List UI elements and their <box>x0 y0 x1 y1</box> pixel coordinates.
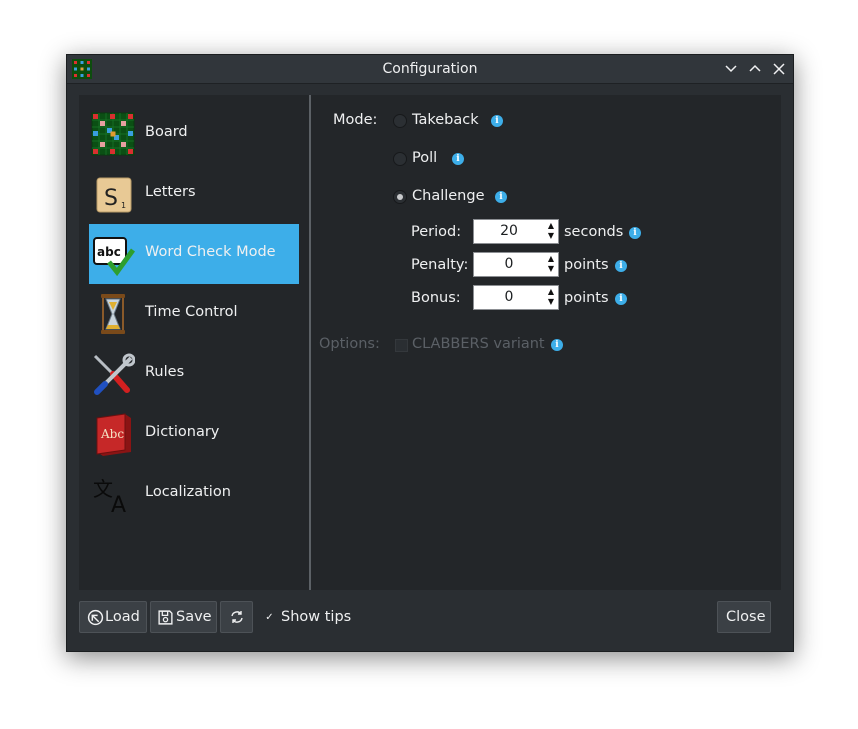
sidebar-item-label: Dictionary <box>145 424 220 440</box>
takeback-label[interactable]: Takeback <box>412 112 479 128</box>
info-icon[interactable]: i <box>615 260 627 272</box>
penalty-value[interactable]: 0 <box>474 256 544 272</box>
category-list: Board S 1 Letters abc Word Check Mode Ti… <box>79 95 311 590</box>
svg-text:文: 文 <box>93 477 113 501</box>
sidebar-item-label: Word Check Mode <box>145 244 276 260</box>
svg-text:abc: abc <box>97 245 121 259</box>
info-icon[interactable]: i <box>629 227 641 239</box>
penalty-label: Penalty: <box>411 257 469 273</box>
info-icon[interactable]: i <box>452 153 464 165</box>
translate-icon: 文 A <box>93 477 126 516</box>
save-button[interactable]: Save <box>150 601 217 633</box>
info-icon[interactable]: i <box>615 293 627 305</box>
sidebar-item-board[interactable]: Board <box>89 104 299 164</box>
svg-text:S: S <box>104 186 118 211</box>
sidebar-item-localization[interactable]: 文 A Localization <box>89 464 299 524</box>
word-check-mode-settings: Mode: Takeback i Poll i Challenge i Peri… <box>311 95 781 590</box>
save-label: Save <box>176 609 212 625</box>
info-icon[interactable]: i <box>495 191 507 203</box>
sidebar-item-label: Localization <box>145 484 231 500</box>
challenge-radio[interactable] <box>393 190 407 204</box>
svg-text:1: 1 <box>121 201 126 210</box>
load-button[interactable]: Load <box>79 601 147 633</box>
title-bar[interactable]: Configuration <box>67 55 793 84</box>
penalty-spinbox[interactable]: 0 ▲ ▼ <box>473 252 559 277</box>
dialog-body: Board S 1 Letters abc Word Check Mode Ti… <box>79 95 781 590</box>
maximize-icon[interactable] <box>746 60 764 78</box>
poll-radio[interactable] <box>393 152 407 166</box>
close-label: Close <box>726 609 766 625</box>
svg-text:Abc: Abc <box>100 427 124 441</box>
sidebar-item-time-control[interactable]: Time Control <box>89 284 299 344</box>
options-label: Options: <box>319 336 380 352</box>
show-tips-label[interactable]: Show tips <box>281 609 351 625</box>
svg-text:A: A <box>111 493 126 516</box>
sidebar-item-dictionary[interactable]: Abc Dictionary <box>89 404 299 464</box>
challenge-label[interactable]: Challenge <box>412 188 485 204</box>
takeback-radio[interactable] <box>393 114 407 128</box>
penalty-unit: points <box>564 257 609 273</box>
load-label: Load <box>105 609 140 625</box>
bonus-spinbox[interactable]: 0 ▲ ▼ <box>473 285 559 310</box>
spin-arrows-icon[interactable]: ▲ ▼ <box>546 287 556 308</box>
spin-arrows-icon[interactable]: ▲ ▼ <box>546 221 556 242</box>
sidebar-item-label: Rules <box>145 364 185 380</box>
button-bar: Load Save ✓ Show tips Close <box>67 590 793 651</box>
period-spinbox[interactable]: 20 ▲ ▼ <box>473 219 559 244</box>
close-button[interactable]: Close <box>717 601 771 633</box>
clabbers-checkbox <box>395 339 408 352</box>
dictionary-book-icon: Abc <box>96 413 131 456</box>
sidebar-item-word-check-mode[interactable]: abc Word Check Mode <box>89 224 299 284</box>
period-unit: seconds <box>564 224 624 240</box>
save-icon <box>158 610 173 625</box>
close-icon[interactable] <box>770 60 788 78</box>
minimize-icon[interactable] <box>722 60 740 78</box>
sidebar-item-label: Board <box>145 124 188 140</box>
bonus-label: Bonus: <box>411 290 461 306</box>
reset-button[interactable] <box>220 601 253 633</box>
sidebar-item-letters[interactable]: S 1 Letters <box>89 164 299 224</box>
window-title: Configuration <box>382 61 478 77</box>
hourglass-icon <box>101 294 125 334</box>
bonus-value[interactable]: 0 <box>474 289 544 305</box>
sidebar-item-rules[interactable]: Rules <box>89 344 299 404</box>
configuration-dialog: Configuration Board S 1 Letters abc Word… <box>66 54 794 652</box>
letter-tile-icon: S 1 <box>96 177 132 213</box>
info-icon[interactable]: i <box>491 115 503 127</box>
period-label: Period: <box>411 224 462 240</box>
board-icon <box>91 112 135 156</box>
sidebar-item-label: Letters <box>145 184 196 200</box>
bonus-unit: points <box>564 290 609 306</box>
load-icon <box>87 609 104 626</box>
spin-arrows-icon[interactable]: ▲ ▼ <box>546 254 556 275</box>
period-value[interactable]: 20 <box>474 223 544 239</box>
poll-label[interactable]: Poll <box>412 150 437 166</box>
sidebar-item-label: Time Control <box>145 304 238 320</box>
tools-icon <box>93 353 135 395</box>
show-tips-checkbox[interactable]: ✓ <box>264 612 275 623</box>
clabbers-label: CLABBERS variant <box>412 336 545 352</box>
mode-label: Mode: <box>333 112 378 128</box>
spellcheck-icon: abc <box>93 237 135 276</box>
info-icon[interactable]: i <box>551 339 563 351</box>
refresh-icon <box>231 611 243 623</box>
